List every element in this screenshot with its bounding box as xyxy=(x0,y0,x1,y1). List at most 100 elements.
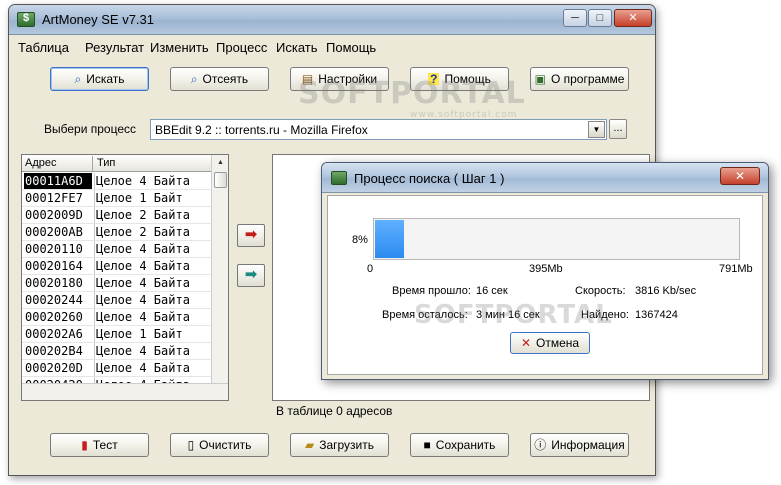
menu-edit[interactable]: Изменить xyxy=(150,40,209,55)
row-address: 00020164 xyxy=(25,259,83,273)
row-address: 00020180 xyxy=(25,276,83,290)
column-separator xyxy=(92,156,93,171)
table-row[interactable]: 00020260 Целое 4 Байта xyxy=(22,309,212,326)
table-row[interactable]: 000202B4 Целое 4 Байта xyxy=(22,343,212,360)
filter-button[interactable]: ⌕ Отсеять xyxy=(170,67,269,91)
found-value: 1367424 xyxy=(635,309,678,321)
table-row[interactable]: 0002009D Целое 2 Байта xyxy=(22,207,212,224)
menu-process[interactable]: Процесс xyxy=(216,40,267,55)
settings-button[interactable]: ▤ Настройки xyxy=(290,67,389,91)
save-button[interactable]: ■ Сохранить xyxy=(410,433,509,457)
column-type[interactable]: Тип xyxy=(97,157,115,169)
row-type: Целое 4 Байта xyxy=(94,309,212,325)
close-button[interactable]: ✕ xyxy=(614,9,652,27)
progress-bar xyxy=(373,218,740,260)
test-icon: ▮ xyxy=(81,438,88,452)
table-row[interactable]: 00012FE7 Целое 1 Байт xyxy=(22,190,212,207)
menu-bar: Таблица Результат Изменить Процесс Искат… xyxy=(9,35,655,57)
dialog-body: 8% 0 395Mb 791Mb Время прошло: 16 сек Ск… xyxy=(327,195,763,375)
dialog-title: Процесс поиска ( Шаг 1 ) xyxy=(354,171,505,186)
progress-scale-min: 0 xyxy=(367,263,374,275)
help-button[interactable]: ? Помощь xyxy=(410,67,509,91)
row-address: 00020244 xyxy=(25,293,83,307)
test-button[interactable]: ▮ Тест xyxy=(50,433,149,457)
table-row[interactable]: 000200AB Целое 2 Байта xyxy=(22,224,212,241)
minimize-button[interactable]: ─ xyxy=(563,9,587,27)
app-icon xyxy=(17,12,35,27)
table-row[interactable]: 00011A6D Целое 4 Байта xyxy=(22,173,212,190)
row-address: 000202B4 xyxy=(25,344,83,358)
table-row[interactable]: 00020110 Целое 4 Байта xyxy=(22,241,212,258)
row-address: 00012FE7 xyxy=(25,191,83,205)
results-list[interactable]: Адрес Тип 00011A6D Целое 4 Байта 00012FE7 Ц… xyxy=(21,154,229,401)
arrow-right-green-icon[interactable]: ➡ xyxy=(237,264,265,287)
table-row[interactable]: 000202A6 Целое 1 Байт xyxy=(22,326,212,343)
table-row[interactable]: 00020164 Целое 4 Байта xyxy=(22,258,212,275)
row-address: 0002020D xyxy=(25,361,83,375)
cancel-icon: ✕ xyxy=(520,336,531,350)
column-address[interactable]: Адрес xyxy=(25,157,57,169)
row-address: 00020110 xyxy=(25,242,83,256)
table-row[interactable]: 00020180 Целое 4 Байта xyxy=(22,275,212,292)
table-row[interactable]: 00020244 Целое 4 Байта xyxy=(22,292,212,309)
row-type: Целое 4 Байта xyxy=(94,292,212,308)
about-button[interactable]: ▣ О программе xyxy=(530,67,629,91)
row-address: 000202A6 xyxy=(25,327,83,341)
row-type: Целое 1 Байт xyxy=(94,190,212,206)
process-label: Выбери процесс xyxy=(44,122,137,136)
row-type: Целое 2 Байта xyxy=(94,207,212,223)
progress-scale-mid: 395Mb xyxy=(529,263,563,275)
scroll-up-icon[interactable]: ▲ xyxy=(213,156,228,170)
info-icon: ⓘ xyxy=(534,438,547,452)
row-type: Целое 4 Байта xyxy=(94,360,212,376)
table-row[interactable]: 0002020D Целое 4 Байта xyxy=(22,360,212,377)
clear-button[interactable]: ▯ Очистить xyxy=(170,433,269,457)
process-value: BBEdit 9.2 :: torrents.ru - Mozilla Fire… xyxy=(155,123,368,137)
menu-help[interactable]: Помощь xyxy=(326,40,376,55)
horizontal-scrollbar[interactable] xyxy=(22,383,228,400)
row-address: 000200AB xyxy=(25,225,83,239)
row-type: Целое 1 Байт xyxy=(94,326,212,342)
clear-icon: ▯ xyxy=(187,438,195,452)
search-icon: ⌕ xyxy=(74,72,82,86)
search-progress-dialog: Процесс поиска ( Шаг 1 ) ✕ 8% 0 395Mb 79… xyxy=(321,162,769,380)
search-button[interactable]: ⌕ Искать xyxy=(50,67,149,91)
progress-percent: 8% xyxy=(352,234,368,246)
row-address: 00011A6D xyxy=(24,173,92,189)
title-bar[interactable]: ArtMoney SE v7.31 ─ □ ✕ xyxy=(9,5,655,35)
filter-icon: ⌕ xyxy=(190,72,198,86)
about-icon: ▣ xyxy=(534,72,546,86)
progress-scale-max: 791Mb xyxy=(719,263,753,275)
cancel-button[interactable]: ✕ Отмена xyxy=(510,332,590,354)
dialog-app-icon xyxy=(331,171,347,185)
vertical-scrollbar[interactable]: ▲ xyxy=(211,155,228,383)
browse-process-button[interactable]: ... xyxy=(609,119,627,139)
row-address: 0002009D xyxy=(25,208,83,222)
remaining-label: Время осталось: xyxy=(382,309,468,321)
scroll-thumb[interactable] xyxy=(214,172,227,188)
help-icon: ? xyxy=(428,72,440,86)
chevron-down-icon[interactable]: ▼ xyxy=(588,121,605,138)
maximize-button[interactable]: □ xyxy=(588,9,612,27)
info-button[interactable]: ⓘ Информация xyxy=(530,433,629,457)
process-select[interactable]: BBEdit 9.2 :: torrents.ru - Mozilla Fire… xyxy=(150,119,607,140)
progress-fill xyxy=(375,220,404,258)
menu-result[interactable]: Результат xyxy=(85,40,144,55)
menu-search[interactable]: Искать xyxy=(276,40,318,55)
elapsed-label: Время прошло: xyxy=(392,285,471,297)
row-type: Целое 4 Байта xyxy=(94,275,212,291)
row-type: Целое 2 Байта xyxy=(94,224,212,240)
load-button[interactable]: ▰ Загрузить xyxy=(290,433,389,457)
row-type: Целое 4 Байта xyxy=(94,241,212,257)
speed-label: Скорость: xyxy=(575,285,626,297)
row-type: Целое 4 Байта xyxy=(94,258,212,274)
arrow-right-red-icon[interactable]: ➡ xyxy=(237,224,265,247)
dialog-title-bar[interactable]: Процесс поиска ( Шаг 1 ) ✕ xyxy=(322,163,768,193)
results-rows: 00011A6D Целое 4 Байта 00012FE7 Целое 1 Бай… xyxy=(22,173,212,400)
load-icon: ▰ xyxy=(304,438,315,452)
row-address: 00020260 xyxy=(25,310,83,324)
dialog-close-button[interactable]: ✕ xyxy=(720,167,760,185)
row-type: Целое 4 Байта xyxy=(94,343,212,359)
menu-table[interactable]: Таблица xyxy=(18,40,69,55)
settings-icon: ▤ xyxy=(301,72,314,86)
